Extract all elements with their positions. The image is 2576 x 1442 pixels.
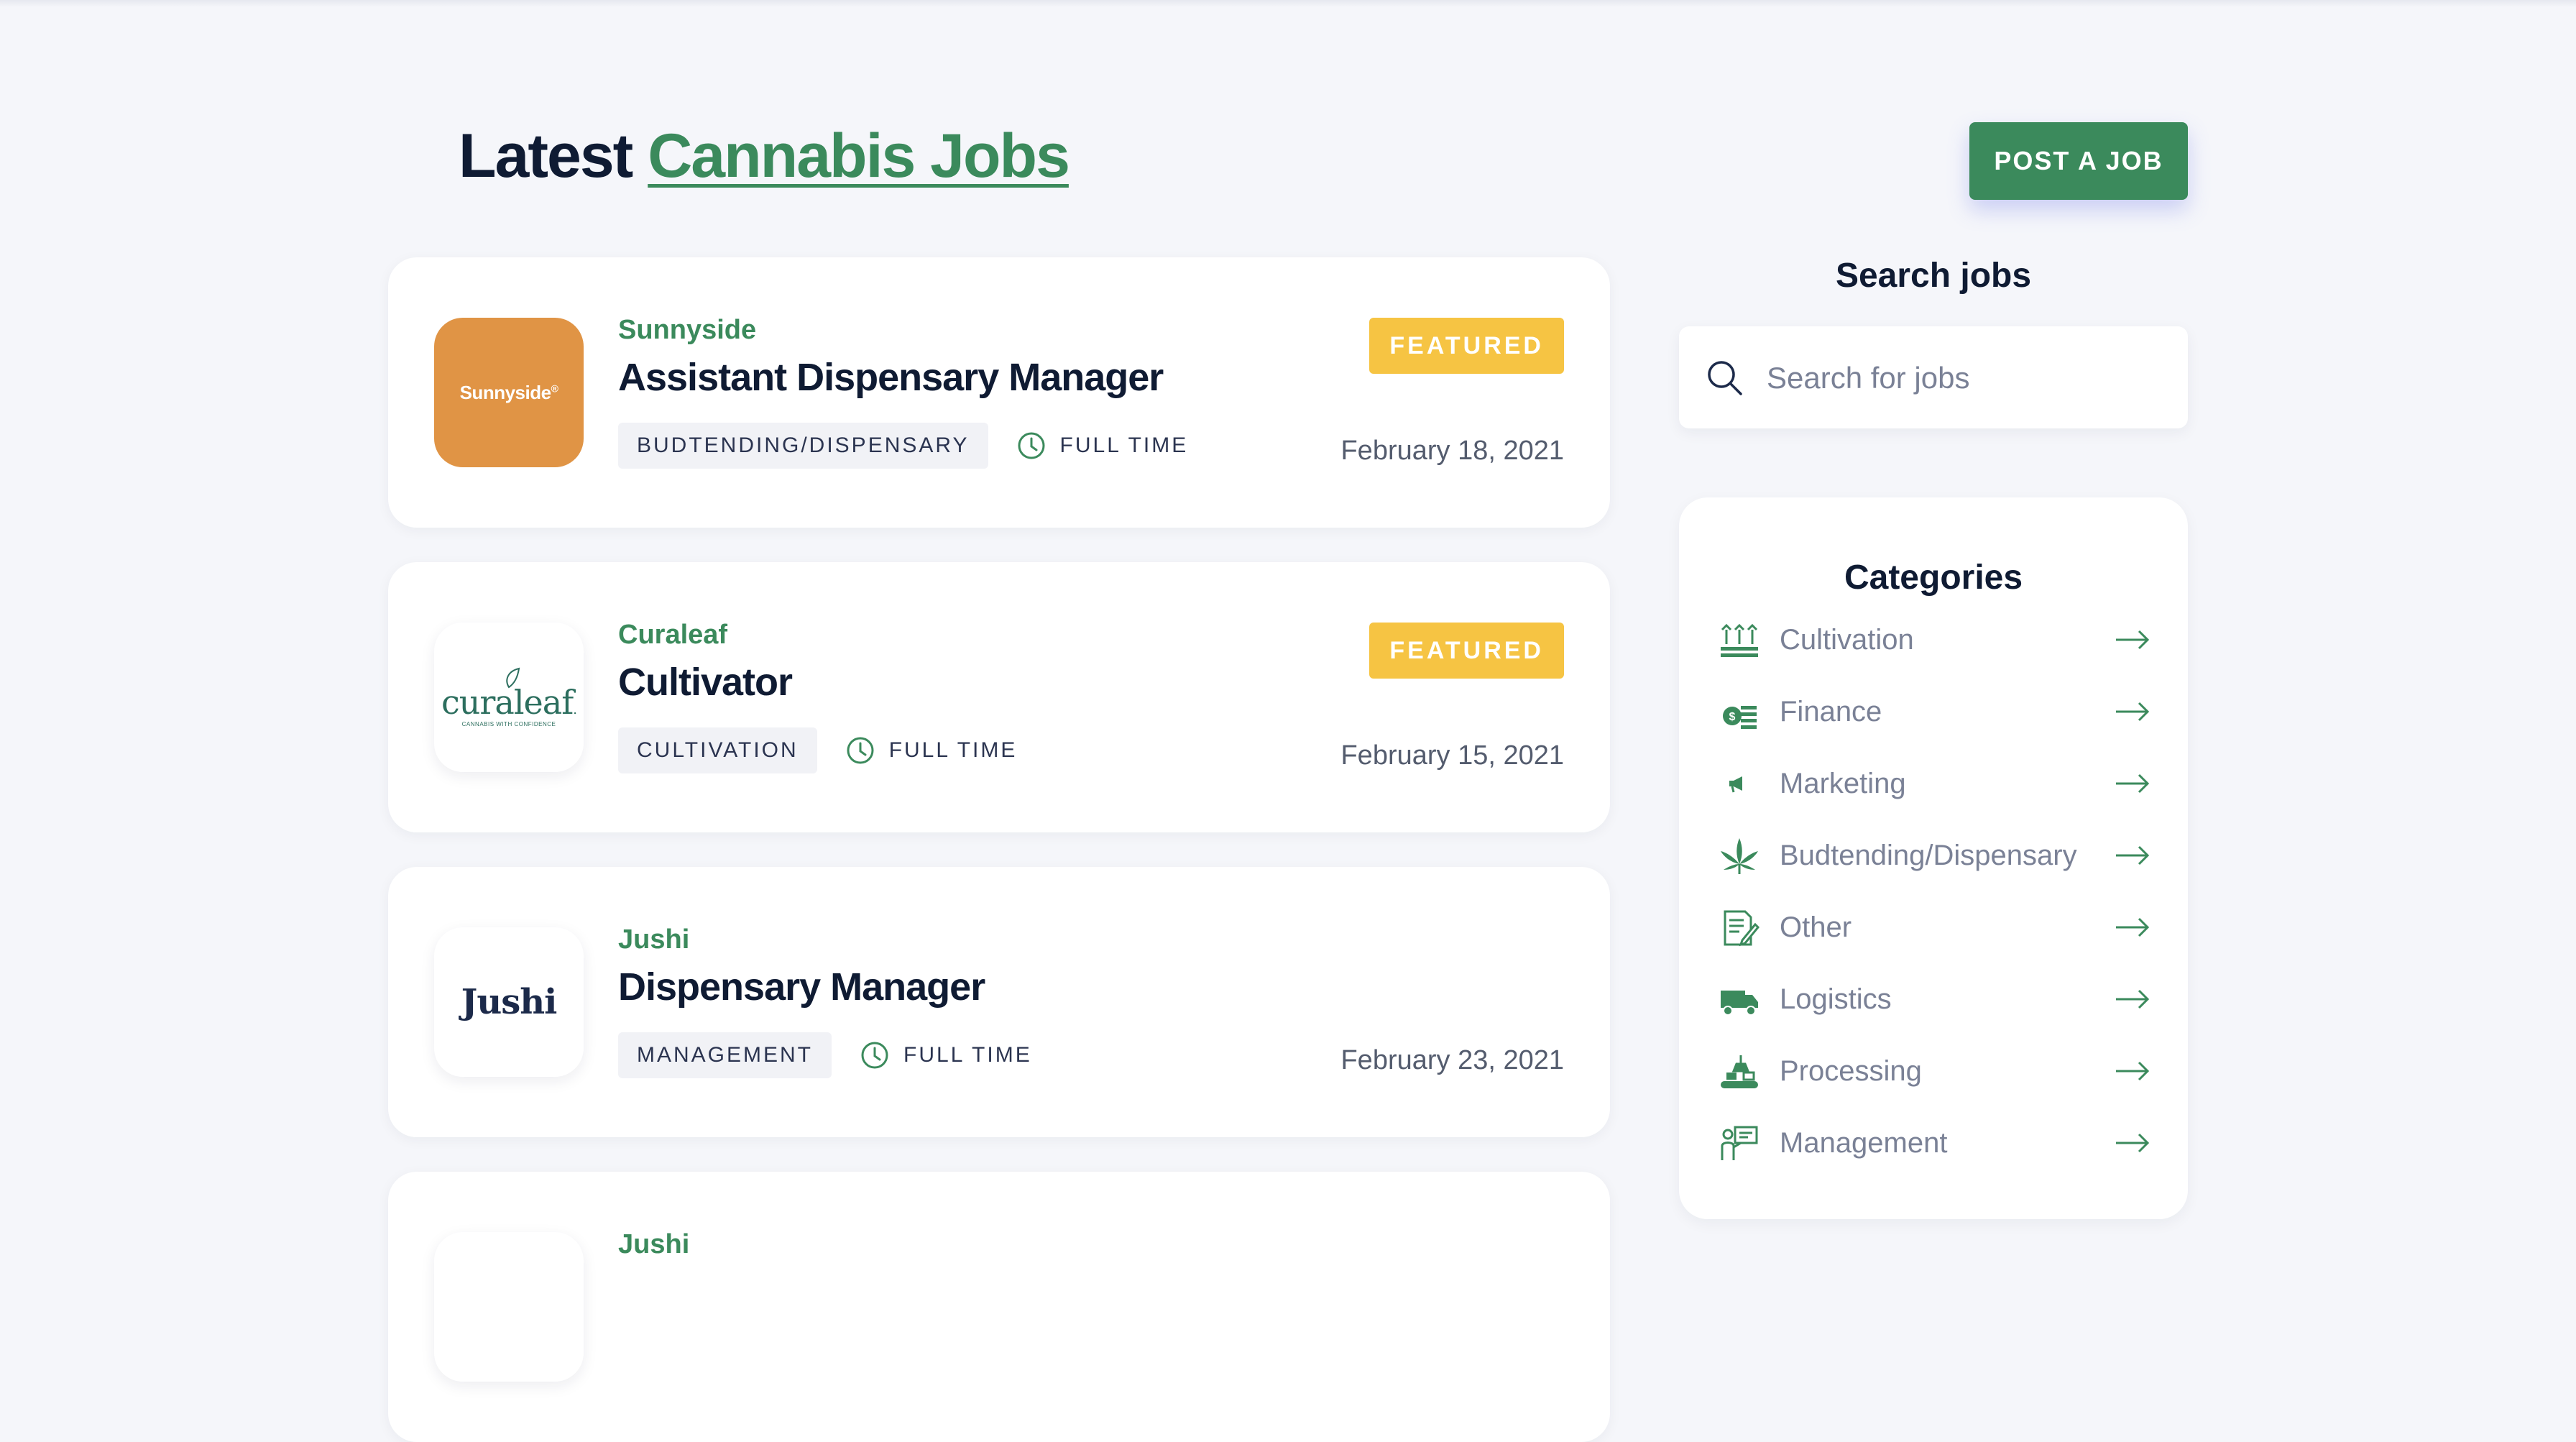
company-name[interactable]: Curaleaf <box>618 620 727 651</box>
posted-date: February 23, 2021 <box>1340 1045 1564 1075</box>
arrow-right-icon <box>2116 773 2150 794</box>
finance-icon: $ <box>1723 706 1757 729</box>
job-title[interactable]: Assistant Dispensary Manager <box>618 355 1164 400</box>
marketing-icon <box>1729 776 1742 793</box>
processing-icon <box>1721 1055 1758 1088</box>
category-label: Cultivation <box>1780 623 1914 656</box>
job-type-label: FULL TIME <box>903 1043 1032 1067</box>
page-title: Latest Cannabis Jobs <box>459 121 1070 192</box>
job-card[interactable]: curaleaf. CANNABIS WITH CONFIDENCE Cural… <box>388 562 1610 832</box>
job-card[interactable]: Sunnyside® Sunnyside Assistant Dispensar… <box>388 257 1610 528</box>
page-title-prefix: Latest <box>459 121 633 190</box>
category-label: Budtending/Dispensary <box>1780 839 2077 871</box>
search-icon <box>1708 361 1742 395</box>
logo-dot: . <box>573 702 577 717</box>
category-tag[interactable]: BUDTENDING/DISPENSARY <box>618 423 988 469</box>
arrow-right-icon <box>2116 989 2150 1009</box>
category-label: Marketing <box>1780 767 1906 799</box>
job-title[interactable]: Cultivator <box>618 660 793 704</box>
arrow-right-icon <box>2116 1061 2150 1081</box>
category-item-marketing[interactable]: Marketing <box>1719 748 2150 819</box>
clock-icon <box>847 737 874 764</box>
category-item-cultivation[interactable]: Cultivation <box>1719 604 2150 676</box>
categories-title: Categories <box>1844 559 2023 597</box>
job-tags: CULTIVATION FULL TIME <box>618 727 1017 773</box>
arrow-right-icon <box>2116 845 2150 865</box>
featured-badge: FEATURED <box>1369 318 1564 374</box>
job-type: FULL TIME <box>1017 431 1189 460</box>
category-label: Other <box>1780 911 1852 943</box>
arrow-right-icon <box>2116 917 2150 937</box>
company-name[interactable]: Jushi <box>618 1229 689 1260</box>
arrow-right-icon <box>2116 702 2150 722</box>
logo-registered-mark: ® <box>551 382 558 394</box>
category-label: Logistics <box>1780 983 1892 1015</box>
company-logo[interactable]: Sunnyside® <box>434 318 584 467</box>
logo-wordmark: Sunnyside <box>459 381 551 403</box>
categories-panel: Categories Cultivation $ Finance Marketi… <box>1679 497 2188 1219</box>
arrow-right-icon <box>2116 630 2150 650</box>
page-title-accent-link[interactable]: Cannabis Jobs <box>648 121 1070 190</box>
other-icon <box>1724 910 1760 947</box>
category-item-budtending-dispensary[interactable]: Budtending/Dispensary <box>1719 819 2150 891</box>
category-item-management[interactable]: Management <box>1719 1107 2150 1179</box>
posted-date: February 15, 2021 <box>1340 740 1564 771</box>
category-item-finance[interactable]: $ Finance <box>1719 676 2150 748</box>
job-type: FULL TIME <box>846 736 1018 765</box>
search-input[interactable] <box>1765 352 2171 404</box>
company-name[interactable]: Jushi <box>618 924 689 955</box>
cultivation-icon <box>1721 623 1758 657</box>
search-jobs-title: Search jobs <box>1835 257 2032 295</box>
truck-icon <box>1721 991 1758 1016</box>
job-type: FULL TIME <box>860 1041 1032 1070</box>
company-name[interactable]: Sunnyside <box>618 315 756 346</box>
job-card[interactable]: Jushi Jushi Dispensary Manager MANAGEMEN… <box>388 867 1610 1137</box>
category-label: Finance <box>1780 695 1882 727</box>
job-card[interactable]: Jushi <box>388 1172 1610 1442</box>
job-type-label: FULL TIME <box>1059 433 1189 457</box>
category-label: Management <box>1780 1126 1948 1159</box>
category-tag[interactable]: MANAGEMENT <box>618 1032 832 1078</box>
job-type-label: FULL TIME <box>888 738 1018 762</box>
company-logo[interactable]: Jushi <box>434 927 584 1077</box>
svg-text:$: $ <box>1729 711 1736 723</box>
post-a-job-button[interactable]: POST A JOB <box>1969 122 2188 200</box>
category-tag[interactable]: CULTIVATION <box>618 727 817 773</box>
featured-badge: FEATURED <box>1369 623 1564 679</box>
logo-wordmark: Jushi <box>461 982 558 1022</box>
cannabis-leaf-icon <box>1721 838 1758 874</box>
job-title[interactable]: Dispensary Manager <box>618 965 985 1009</box>
job-tags: BUDTENDING/DISPENSARY FULL TIME <box>618 423 1188 469</box>
job-tags: MANAGEMENT FULL TIME <box>618 1032 1032 1078</box>
posted-date: February 18, 2021 <box>1340 436 1564 466</box>
management-icon <box>1721 1126 1758 1160</box>
top-shadow <box>0 0 2576 7</box>
category-label: Processing <box>1780 1055 1922 1087</box>
categories-list: Cultivation $ Finance Marketing Budtendi… <box>1719 604 2150 1179</box>
category-item-processing[interactable]: Processing <box>1719 1035 2150 1107</box>
company-logo[interactable]: curaleaf. CANNABIS WITH CONFIDENCE <box>434 623 584 772</box>
clock-icon <box>861 1042 888 1069</box>
category-item-logistics[interactable]: Logistics <box>1719 963 2150 1035</box>
category-item-other[interactable]: Other <box>1719 891 2150 963</box>
logo-tagline: CANNABIS WITH CONFIDENCE <box>461 721 556 727</box>
search-box[interactable] <box>1679 326 2188 428</box>
clock-icon <box>1018 432 1045 459</box>
company-logo[interactable] <box>434 1232 584 1382</box>
logo-wordmark: curaleaf <box>441 683 574 722</box>
arrow-right-icon <box>2116 1133 2150 1153</box>
